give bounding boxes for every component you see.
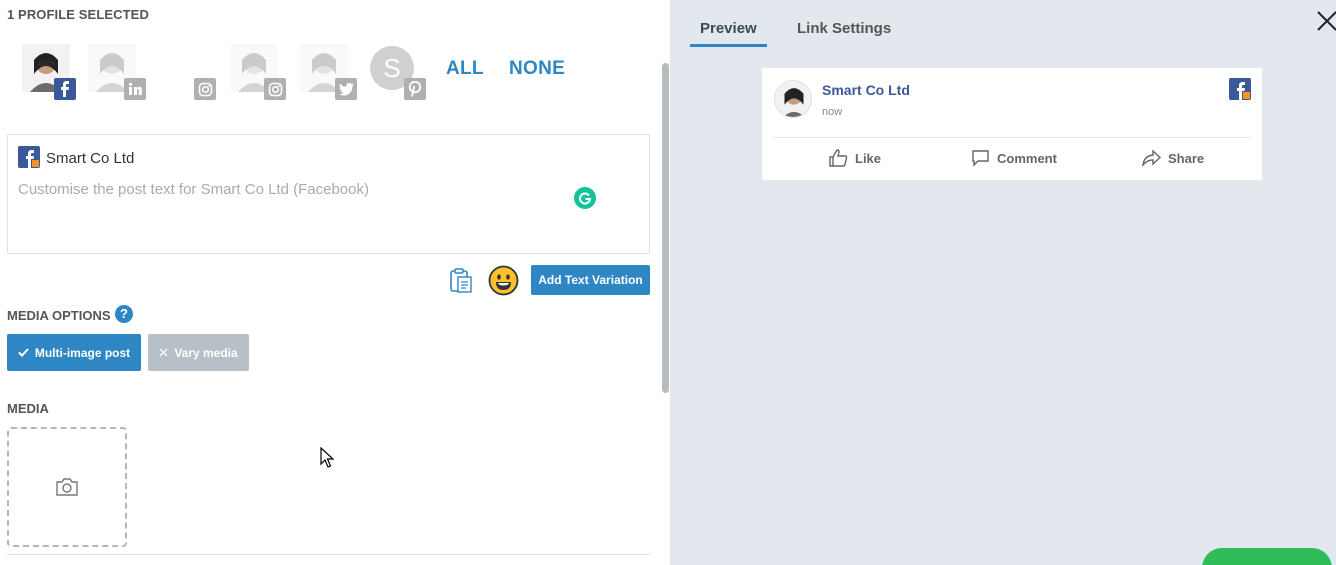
media-upload-dropzone[interactable]	[7, 427, 127, 547]
avatar-photo-icon	[775, 81, 811, 117]
post-editor: Smart Co Ltd	[7, 134, 650, 254]
mouse-cursor-icon	[320, 447, 334, 468]
preview-avatar	[774, 80, 812, 118]
post-text-input[interactable]	[18, 181, 578, 241]
profiles-header: 1 PROFILE SELECTED	[7, 7, 149, 22]
select-none-link[interactable]: NONE	[509, 58, 565, 80]
facebook-icon	[1229, 78, 1251, 100]
preview-comment-button[interactable]: Comment	[971, 149, 1057, 167]
tab-preview[interactable]: Preview	[700, 20, 757, 37]
multi-image-post-toggle[interactable]: Multi-image post	[7, 334, 141, 371]
preview-panel: Preview Link Settings Smart Co Ltd now L…	[670, 0, 1336, 565]
comment-icon	[972, 150, 989, 167]
share-icon	[1142, 149, 1161, 167]
preview-timestamp: now	[822, 106, 843, 118]
help-icon[interactable]: ?	[115, 305, 133, 323]
vary-media-label: Vary media	[174, 345, 238, 360]
close-icon[interactable]	[1316, 10, 1336, 32]
pinterest-icon	[404, 78, 426, 100]
grammarly-icon[interactable]	[574, 187, 596, 209]
camera-icon	[56, 478, 78, 496]
media-options-label: MEDIA OPTIONS	[7, 308, 111, 323]
emoji-picker-icon[interactable]	[488, 265, 519, 296]
share-label: Share	[1168, 150, 1205, 166]
like-icon	[829, 149, 848, 167]
add-text-variation-button[interactable]: Add Text Variation	[531, 265, 650, 295]
section-divider	[7, 554, 650, 555]
comment-label: Comment	[997, 150, 1057, 166]
facebook-icon	[18, 146, 40, 168]
twitter-icon	[335, 78, 357, 100]
like-label: Like	[855, 150, 882, 166]
preview-like-button[interactable]: Like	[829, 149, 881, 167]
facebook-post-preview: Smart Co Ltd now Like Comment Share	[762, 68, 1262, 180]
preview-divider	[774, 137, 1250, 138]
multi-image-post-label: Multi-image post	[34, 345, 131, 360]
profile-selector: S ALL NONE	[18, 44, 578, 100]
publish-button[interactable]	[1202, 548, 1332, 565]
active-tab-indicator	[690, 44, 767, 47]
close-icon	[159, 348, 168, 357]
instagram-icon[interactable]	[194, 78, 216, 100]
media-label: MEDIA	[7, 401, 49, 416]
facebook-icon	[54, 78, 76, 100]
preview-share-button[interactable]: Share	[1142, 149, 1204, 167]
preview-profile-name: Smart Co Ltd	[822, 82, 910, 98]
vary-media-toggle[interactable]: Vary media	[148, 334, 249, 371]
clipboard-icon[interactable]	[449, 268, 473, 294]
check-icon	[18, 348, 29, 357]
post-tools: Add Text Variation	[0, 265, 670, 297]
composer-window: 1 PROFILE SELECTED S ALL NONE Smart Co L…	[0, 0, 1336, 565]
instagram-icon	[264, 78, 286, 100]
select-all-link[interactable]: ALL	[446, 58, 484, 80]
linkedin-icon	[124, 78, 146, 100]
tab-link-settings[interactable]: Link Settings	[797, 20, 891, 37]
composer-panel: 1 PROFILE SELECTED S ALL NONE Smart Co L…	[0, 0, 670, 565]
post-profile-name: Smart Co Ltd	[46, 150, 135, 167]
scrollbar-thumb[interactable]	[662, 63, 669, 393]
